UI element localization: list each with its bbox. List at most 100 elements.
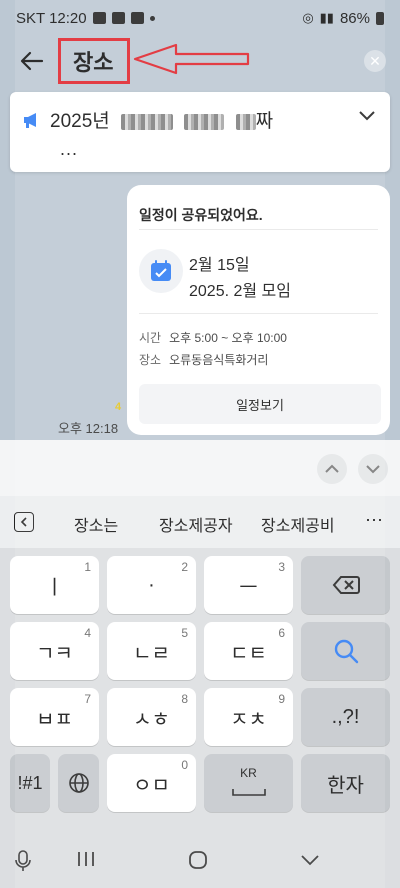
back-button[interactable]	[10, 39, 54, 83]
microphone-icon[interactable]	[14, 850, 32, 872]
hotspot-icon: ◎	[302, 10, 314, 25]
key-label: ㅇㅁ	[133, 774, 170, 797]
gallery-notification-icon	[111, 12, 125, 24]
symbols-key[interactable]: !#1	[10, 754, 50, 812]
card-heading: 일정이 공유되었어요.	[139, 207, 263, 223]
space-icon	[231, 789, 266, 796]
key-nieun[interactable]: ㄴㄹ 5	[107, 622, 196, 680]
redacted-text	[121, 113, 174, 130]
event-name: 2025. 2월 모임	[189, 283, 291, 300]
event-date: 2월 15일	[189, 257, 250, 274]
more-notifications-icon	[149, 15, 155, 21]
search-input[interactable]: 장소	[58, 38, 130, 84]
status-bar: SKT 12:20 ◎ ▮▮ 86%	[0, 0, 400, 36]
status-time: SKT 12:20	[16, 9, 87, 27]
close-icon: ✕	[369, 52, 381, 69]
suggestion-item[interactable]: 장소는	[74, 512, 118, 536]
pinned-notice[interactable]: 2025년 짜 ...	[10, 92, 390, 172]
korean-keyboard: ㅣ1 · 2 ㅡ3 ㄱㅋ 4 ㄴㄹ 5 ㄷㅌ 6 ㅂㅍ 7 ㅅㅎ 8 ㅈㅊ 9 .,?! !#…	[0, 548, 400, 840]
key-label: ㄱㅋ	[36, 642, 73, 665]
search-icon	[334, 639, 358, 664]
chevron-down-icon[interactable]	[358, 110, 376, 122]
calendar-badge	[139, 249, 183, 293]
divider	[139, 313, 378, 314]
clear-search-button[interactable]: ✕	[364, 50, 386, 72]
key-number: 4	[84, 626, 91, 640]
suggestion-item[interactable]: 장소제공비	[261, 512, 335, 536]
key-number: 2	[181, 560, 188, 574]
search-header: 장소 ✕	[0, 36, 400, 86]
divider	[139, 229, 378, 230]
event-share-card: 일정이 공유되었어요. 2월 15일 2025. 2월 모임 시간 오후 5:00…	[127, 185, 390, 435]
key-label: .,?!	[331, 705, 360, 728]
search-result-nav	[0, 440, 400, 496]
more-options-icon[interactable]: ⋯	[365, 510, 384, 531]
key-label: 한자	[327, 774, 364, 797]
notice-text: 2025년 짜	[50, 106, 273, 133]
calendar-check-icon	[151, 260, 171, 281]
hanja-key[interactable]: 한자	[301, 754, 390, 812]
toolbar-toggle-button[interactable]	[14, 512, 34, 532]
notice-suffix: 짜	[255, 111, 274, 132]
recent-apps-icon[interactable]	[76, 850, 96, 868]
unread-count: 4	[115, 401, 122, 413]
key-number: 7	[84, 692, 91, 706]
search-key[interactable]	[301, 622, 390, 680]
home-icon[interactable]	[188, 850, 208, 870]
hide-keyboard-icon[interactable]	[300, 854, 320, 866]
key-label: ㅂㅍ	[36, 708, 73, 731]
key-label: ㅈㅊ	[230, 708, 267, 731]
message-time: 오후 12:18	[58, 421, 119, 436]
message-notification-icon	[92, 12, 106, 24]
chevron-down-icon	[366, 465, 380, 474]
notice-ellipsis: ...	[60, 139, 79, 159]
globe-icon	[68, 773, 89, 793]
key-label: ㅣ	[45, 576, 64, 599]
key-number: 3	[278, 560, 285, 574]
key-dot[interactable]: · 2	[107, 556, 196, 614]
previous-result-button[interactable]	[317, 454, 347, 484]
key-digeut[interactable]: ㄷㅌ 6	[204, 622, 293, 680]
key-number: 6	[278, 626, 285, 640]
key-i[interactable]: ㅣ1	[10, 556, 99, 614]
place-label: 장소	[139, 353, 162, 367]
key-siot[interactable]: ㅅㅎ 8	[107, 688, 196, 746]
next-result-button[interactable]	[358, 454, 388, 484]
key-giyeok[interactable]: ㄱㅋ 4	[10, 622, 99, 680]
chevron-left-icon	[20, 517, 27, 527]
redacted-text	[235, 113, 256, 130]
language-indicator: KR	[240, 766, 257, 780]
backspace-key[interactable]	[301, 556, 390, 614]
suggestion-item[interactable]: 장소제공자	[159, 512, 233, 536]
view-schedule-button[interactable]: 일정보기	[139, 384, 381, 424]
place-row: 장소 오류동음식특화거리	[139, 351, 268, 368]
back-arrow-icon	[20, 51, 44, 71]
key-number: 9	[278, 692, 285, 706]
battery-level: 86%	[339, 9, 370, 27]
key-label: !#1	[17, 772, 43, 793]
search-query: 장소	[73, 50, 114, 75]
chevron-up-icon	[325, 464, 339, 473]
key-jieut[interactable]: ㅈㅊ 9	[204, 688, 293, 746]
key-ieung[interactable]: ㅇㅁ 0	[107, 754, 196, 812]
key-bieup[interactable]: ㅂㅍ 7	[10, 688, 99, 746]
key-label: ㄴㄹ	[133, 642, 170, 665]
annotation-arrow-icon	[133, 43, 250, 75]
space-key[interactable]: KR	[204, 754, 293, 812]
battery-icon	[376, 11, 384, 25]
globe-key[interactable]	[58, 754, 99, 812]
key-number: 8	[181, 692, 188, 706]
key-label: ㅅㅎ	[133, 708, 170, 731]
punctuation-key[interactable]: .,?!	[301, 688, 390, 746]
key-number: 0	[181, 758, 188, 772]
redacted-text	[184, 113, 225, 130]
backspace-icon	[332, 576, 360, 594]
key-label: ·	[148, 573, 155, 596]
suggestion-bar: 장소는 장소제공자 장소제공비 ⋯	[0, 496, 400, 548]
notice-year: 2025년	[50, 111, 110, 132]
place-value: 오류동음식특화거리	[169, 353, 269, 367]
key-eu[interactable]: ㅡ3	[204, 556, 293, 614]
key-number: 1	[84, 560, 91, 574]
time-row: 시간 오후 5:00 ~ 오후 10:00	[139, 329, 287, 346]
time-value: 오후 5:00 ~ 오후 10:00	[169, 331, 287, 345]
